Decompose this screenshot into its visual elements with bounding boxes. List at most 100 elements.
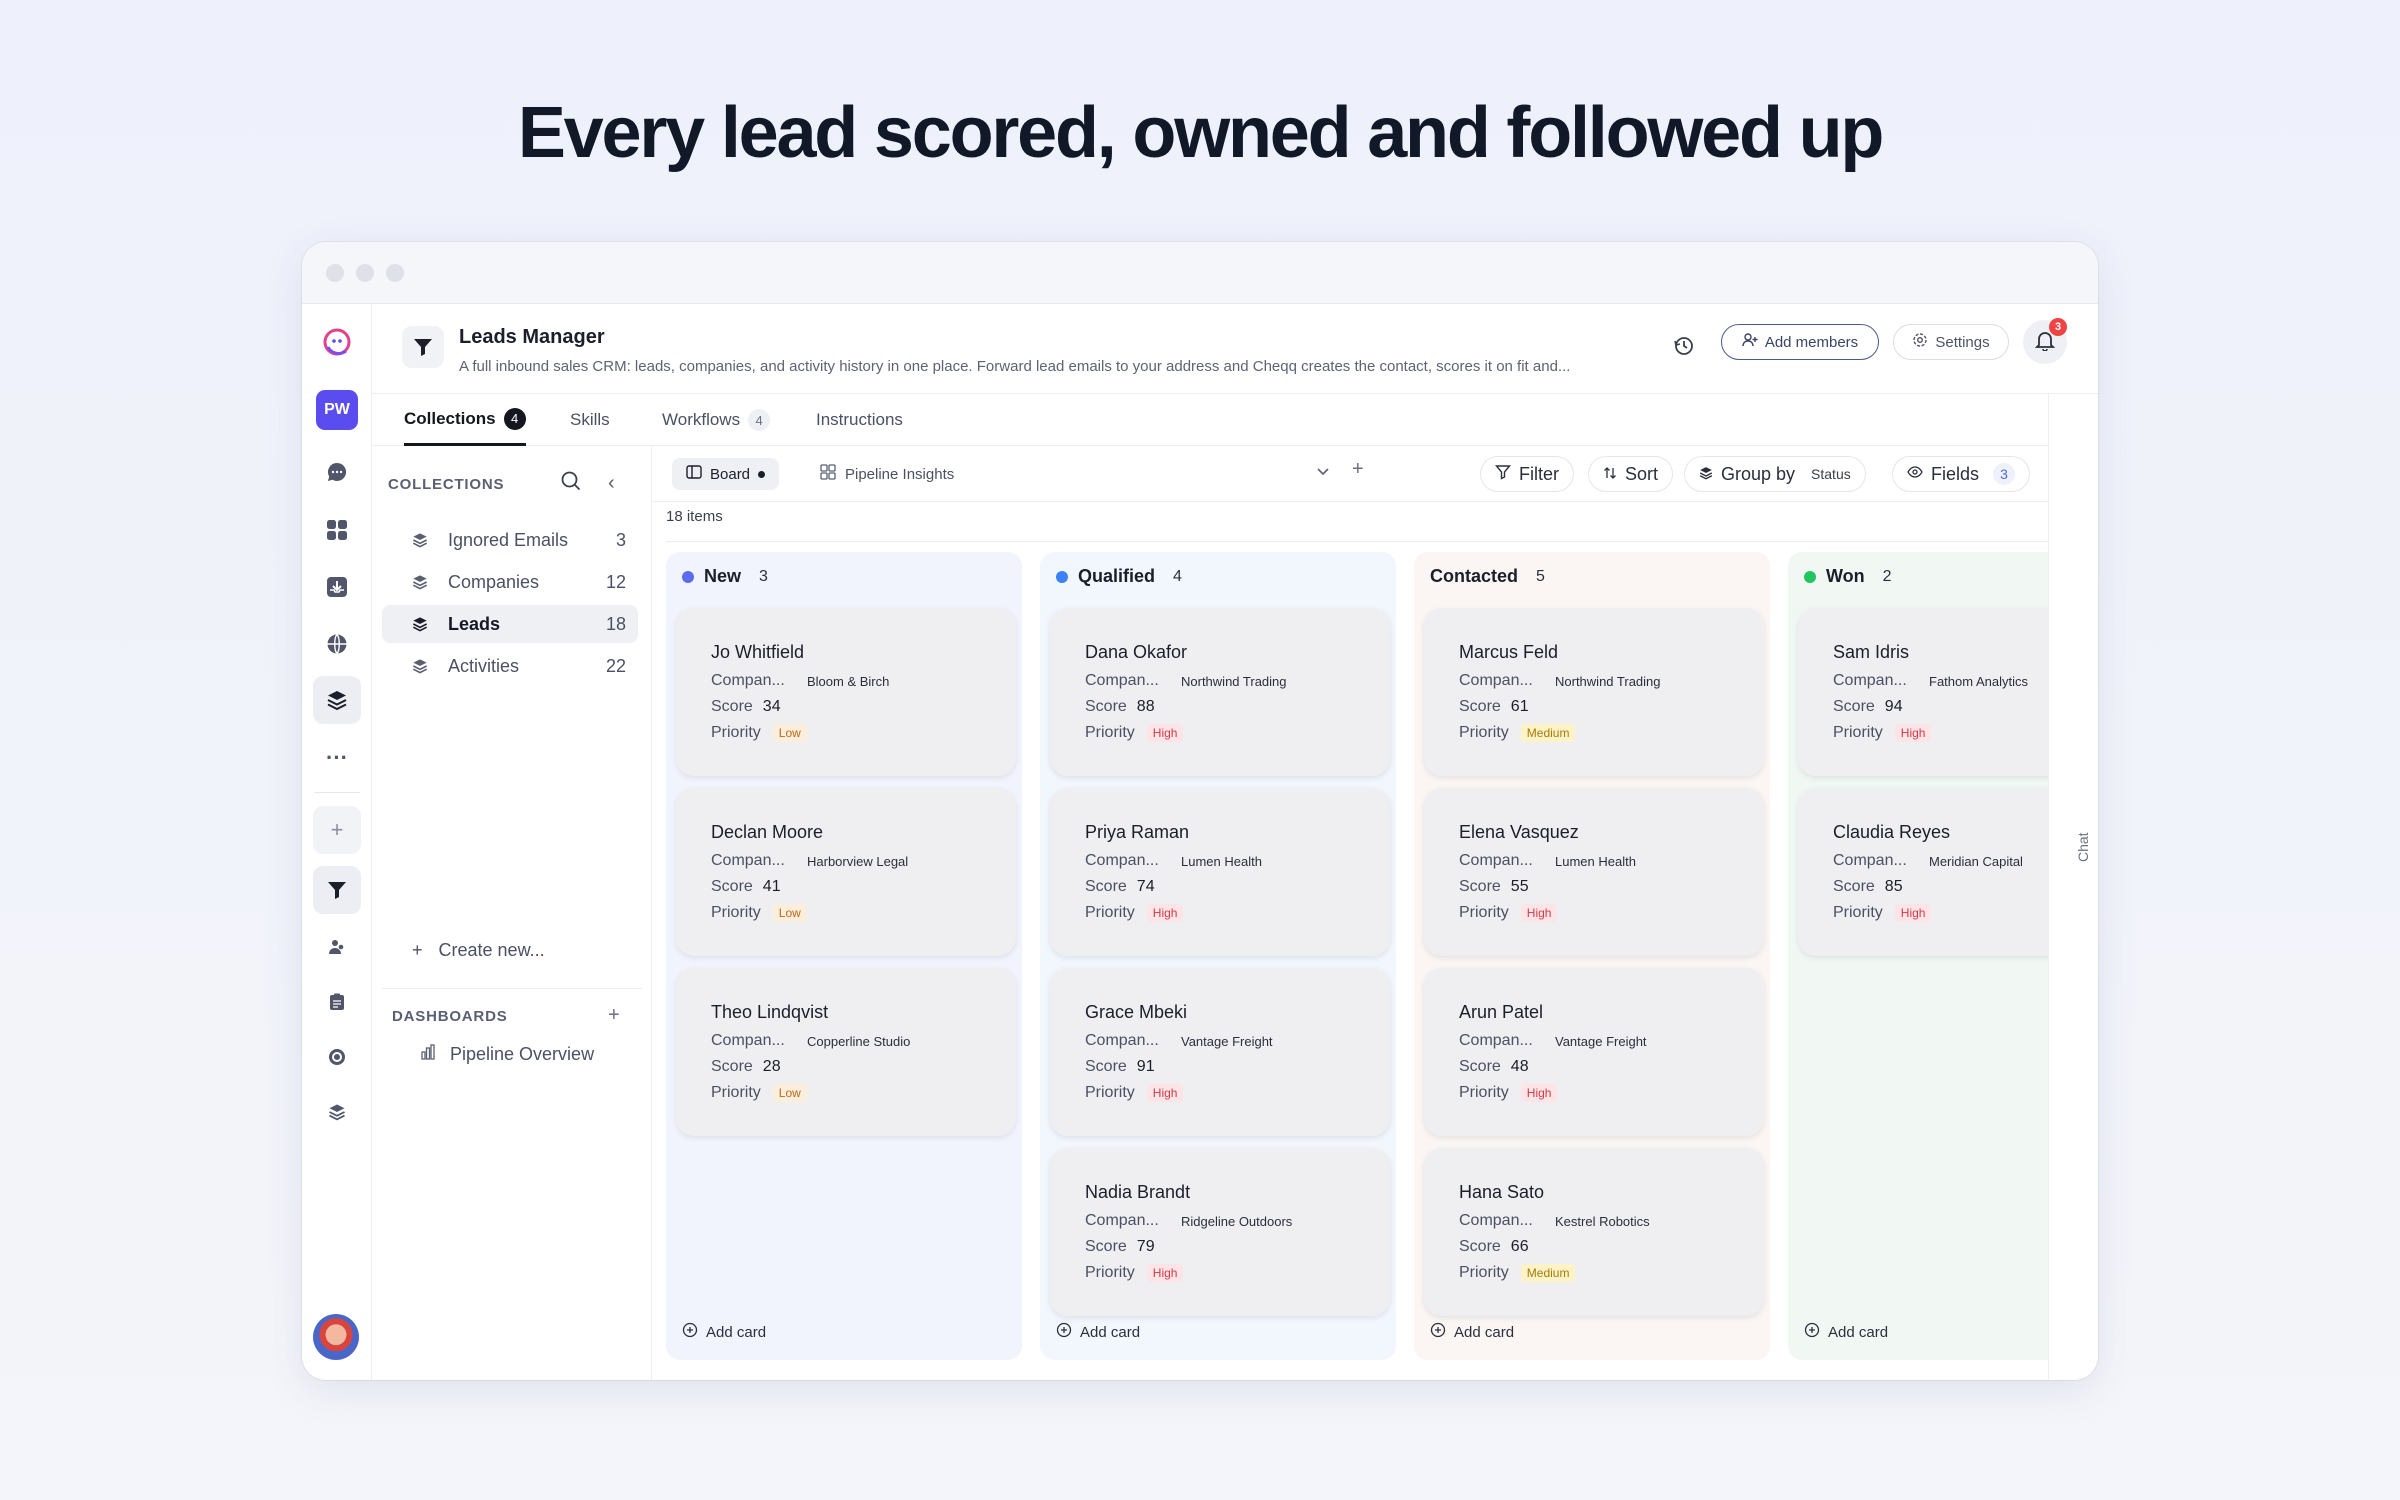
pipeline-insights-view[interactable]: Pipeline Insights — [820, 458, 954, 490]
stack-icon[interactable] — [313, 1088, 361, 1136]
score-row: Score 88 — [1085, 698, 1155, 716]
chat-icon[interactable] — [313, 448, 361, 496]
company-value: Fathom Analytics — [1929, 673, 2028, 689]
company-row: Compan... Meridian Capital — [1833, 852, 2023, 870]
column-header[interactable]: New 3 — [682, 566, 768, 587]
column-count: 2 — [1882, 567, 1892, 585]
collection-companies[interactable]: Companies 12 — [382, 563, 638, 601]
collection-count: 22 — [605, 655, 626, 676]
lead-card[interactable]: Theo Lindqvist Compan... Copperline Studio… — [676, 968, 1016, 1136]
column-count: 4 — [1173, 567, 1182, 585]
hero-title: Every lead scored, owned and followed up — [517, 93, 1885, 173]
board-view-button[interactable]: Board — [672, 458, 780, 490]
lead-card[interactable]: Hana Sato Compan... Kestrel Robotics Score 6… — [1424, 1148, 1764, 1316]
priority-badge: High — [1520, 904, 1558, 922]
score-row: Score 94 — [1833, 698, 1903, 716]
lead-name: Jo Whitfield — [711, 642, 805, 662]
user-plus-icon — [1742, 332, 1758, 352]
sort-button[interactable]: Sort — [1588, 456, 1674, 492]
lead-card[interactable]: Nadia Brandt Compan... Ridgeline Outdoors S… — [1050, 1148, 1390, 1316]
add-card-button[interactable]: Add card — [1056, 1322, 1140, 1342]
group-by-button[interactable]: Group by Status — [1684, 456, 1866, 492]
company-field-label: Compan... — [1085, 1032, 1159, 1049]
add-members-button[interactable]: Add members — [1721, 324, 1879, 360]
target-icon[interactable] — [313, 1033, 361, 1081]
lead-card[interactable]: Dana Okafor Compan... Northwind Trading Sco… — [1050, 608, 1390, 776]
lead-card[interactable]: Jo Whitfield Compan... Bloom & Birch Score 3… — [676, 608, 1016, 776]
page-title: Leads Manager — [459, 326, 605, 348]
lead-card[interactable]: Sam Idris Compan... Fathom Analytics Score 9… — [1798, 608, 2048, 776]
window-close-dot[interactable] — [326, 264, 344, 282]
create-new-collection[interactable]: + Create new... — [412, 940, 545, 961]
add-card-button[interactable]: Add card — [1804, 1322, 1888, 1342]
add-dashboard-icon[interactable]: + — [608, 1004, 620, 1027]
lead-card[interactable]: Arun Patel Compan... Vantage Freight Score 4… — [1424, 968, 1764, 1136]
lead-name: Hana Sato — [1459, 1182, 1545, 1202]
chevron-down-icon[interactable] — [1316, 464, 1330, 482]
priority-row: Priority Low — [711, 1084, 807, 1102]
score-value: 79 — [1136, 1238, 1155, 1255]
layers-icon[interactable] — [313, 676, 361, 724]
search-icon[interactable] — [560, 470, 582, 497]
filter-button[interactable]: Filter — [1480, 456, 1574, 492]
column-header[interactable]: Qualified 4 — [1056, 566, 1182, 587]
score-field-label: Score — [711, 698, 753, 715]
items-count: 18 items — [666, 506, 2048, 542]
tab-instructions[interactable]: Instructions — [816, 394, 903, 446]
status-dot — [1056, 570, 1068, 583]
company-value: Lumen Health — [1555, 853, 1636, 869]
more-icon[interactable]: ··· — [313, 734, 361, 782]
chat-panel-toggle[interactable]: Chat — [2048, 394, 2098, 1380]
company-row: Compan... Copperline Studio — [711, 1032, 910, 1050]
globe-icon[interactable] — [313, 620, 361, 668]
lead-card[interactable]: Elena Vasquez Compan... Lumen Health Score 5… — [1424, 788, 1764, 956]
tab-count: 4 — [748, 409, 771, 431]
column-header[interactable]: Won 2 — [1804, 566, 1892, 587]
add-card-button[interactable]: Add card — [1430, 1322, 1514, 1342]
column-count: 5 — [1536, 567, 1545, 585]
lead-card[interactable]: Declan Moore Compan... Harborview Legal Sco… — [676, 788, 1016, 956]
people-icon[interactable] — [313, 923, 361, 971]
window-maximize-dot[interactable] — [386, 264, 404, 282]
priority-row: Priority High — [1085, 724, 1184, 742]
add-card-button[interactable]: Add card — [682, 1322, 766, 1342]
dashboard-pipeline-overview[interactable]: Pipeline Overview — [420, 1044, 594, 1065]
brand-logo-icon[interactable] — [313, 318, 361, 366]
collection-leads[interactable]: Leads 18 — [382, 605, 638, 643]
workspace-avatar[interactable]: PW — [316, 390, 358, 430]
fields-button[interactable]: Fields 3 — [1892, 456, 2031, 492]
add-view-icon[interactable]: + — [1352, 458, 1364, 481]
history-icon[interactable] — [1668, 330, 1700, 362]
tab-skills[interactable]: Skills — [570, 394, 610, 446]
company-row: Compan... Ridgeline Outdoors — [1085, 1212, 1292, 1230]
settings-button[interactable]: Settings — [1893, 324, 2009, 360]
inbox-icon[interactable] — [313, 563, 361, 611]
app-window: PW ··· + Leads Manager A full inbound sa… — [302, 242, 2098, 1380]
funnel-icon[interactable] — [313, 866, 361, 914]
lead-card[interactable]: Marcus Feld Compan... Northwind Trading Sco… — [1424, 608, 1764, 776]
collection-label: Leads — [448, 613, 501, 634]
user-avatar[interactable] — [313, 1314, 359, 1360]
filter-icon — [1495, 464, 1511, 485]
apps-icon[interactable] — [313, 506, 361, 554]
add-icon[interactable]: + — [313, 806, 361, 854]
window-minimize-dot[interactable] — [356, 264, 374, 282]
lead-card[interactable]: Claudia Reyes Compan... Meridian Capital Sc… — [1798, 788, 2048, 956]
status-dot — [682, 570, 694, 583]
lead-card[interactable]: Priya Raman Compan... Lumen Health Score 74 P… — [1050, 788, 1390, 956]
lead-name: Declan Moore — [711, 822, 824, 842]
score-row: Score 91 — [1085, 1058, 1155, 1076]
collection-activities[interactable]: Activities 22 — [382, 647, 638, 685]
collections-sidebar: COLLECTIONS ‹ Ignored Emails 3 Companies… — [372, 446, 652, 1380]
column-header[interactable]: Contacted 5 — [1430, 566, 1545, 587]
collection-ignored-emails[interactable]: Ignored Emails 3 — [382, 521, 638, 559]
tab-workflows[interactable]: Workflows 4 — [662, 394, 771, 446]
clipboard-icon[interactable] — [313, 978, 361, 1026]
collapse-sidebar-icon[interactable]: ‹ — [608, 472, 615, 495]
column-title: New — [704, 566, 742, 586]
status-dot — [1804, 570, 1816, 583]
tab-collections[interactable]: Collections 4 — [404, 394, 526, 446]
lead-card[interactable]: Grace Mbeki Compan... Vantage Freight Score… — [1050, 968, 1390, 1136]
company-value: Meridian Capital — [1929, 853, 2023, 869]
dashboards-heading: DASHBOARDS — [392, 1008, 508, 1025]
